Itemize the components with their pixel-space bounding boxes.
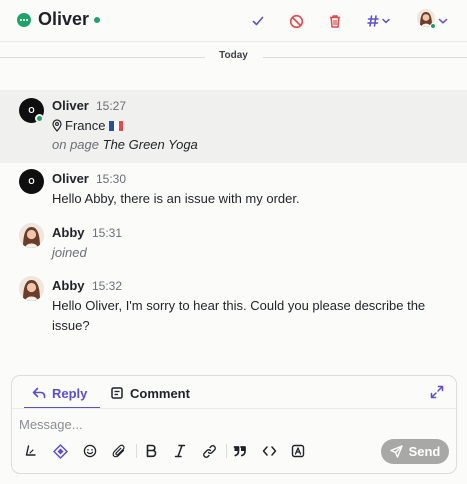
message-item: Abby 15:32 Hello Oliver, I'm sorry to he… <box>0 270 467 340</box>
message-time: 15:32 <box>92 279 123 293</box>
send-icon <box>389 445 403 458</box>
message-item: Abby 15:31 joined <box>0 217 467 265</box>
expand-icon[interactable] <box>430 385 444 399</box>
reply-icon <box>32 387 46 399</box>
tab-reply-label: Reply <box>52 385 88 401</box>
signature-icon[interactable] <box>22 442 40 460</box>
saved-reply-icon[interactable] <box>289 442 307 460</box>
message-visit-info: O Oliver 15:27 France on page The Green … <box>0 90 467 163</box>
agent-online-dot <box>430 23 436 29</box>
link-icon[interactable] <box>200 442 218 460</box>
message-system-text: joined <box>52 245 87 260</box>
location-pin-icon <box>52 119 62 132</box>
chevron-down-icon[interactable] <box>437 11 449 31</box>
online-status-dot <box>35 114 44 123</box>
italic-icon[interactable] <box>171 442 189 460</box>
message-author: Abby <box>52 225 85 240</box>
check-icon[interactable] <box>248 11 268 31</box>
trash-icon[interactable] <box>325 11 345 31</box>
tab-comment[interactable]: Comment <box>111 383 190 403</box>
emoji-icon[interactable] <box>81 442 99 460</box>
visitor-page: on page The Green Yoga <box>52 135 432 155</box>
code-icon[interactable] <box>260 442 278 460</box>
conversation-header: Oliver <box>0 0 467 42</box>
send-button[interactable]: Send <box>381 439 449 464</box>
attach-icon[interactable] <box>110 442 128 460</box>
message-author: Oliver <box>52 98 89 113</box>
message-author: Abby <box>52 278 85 293</box>
composer-divider <box>12 408 456 409</box>
tab-reply[interactable]: Reply <box>32 383 87 403</box>
send-label: Send <box>408 444 441 459</box>
block-icon[interactable] <box>286 11 306 31</box>
message-time: 15:31 <box>92 226 123 240</box>
location-country: France <box>65 118 106 133</box>
message-author: Oliver <box>52 171 89 186</box>
note-icon <box>111 387 123 399</box>
avatar: O <box>19 169 44 194</box>
date-divider: Today <box>0 50 467 64</box>
message-time: 15:30 <box>96 172 127 186</box>
date-divider-label: Today <box>213 50 254 61</box>
page-prefix: on page <box>52 137 99 152</box>
toolbar-divider <box>136 444 137 458</box>
tab-comment-label: Comment <box>130 385 190 401</box>
hashtag-icon[interactable] <box>366 11 394 31</box>
toolbar-divider <box>226 444 227 458</box>
message-text: Hello Oliver, I'm sorry to hear this. Co… <box>52 298 426 333</box>
online-status-dot <box>94 17 100 23</box>
message-input[interactable] <box>19 414 449 434</box>
page-name[interactable]: The Green Yoga <box>103 137 198 152</box>
message-time: 15:27 <box>96 99 127 113</box>
visitor-location: France <box>52 116 432 136</box>
ai-sparkle-icon[interactable] <box>51 442 69 460</box>
avatar <box>19 223 44 248</box>
message-text: Hello Abby, there is an issue with my or… <box>52 191 300 206</box>
quote-icon[interactable] <box>231 442 249 460</box>
bold-icon[interactable] <box>142 442 160 460</box>
message-item: O Oliver 15:30 Hello Abby, there is an i… <box>0 163 467 213</box>
france-flag-icon <box>109 121 124 131</box>
contact-name[interactable]: Oliver <box>38 9 89 30</box>
message-composer: Reply Comment Send <box>11 375 457 474</box>
avatar <box>19 276 44 301</box>
chat-bubble-icon <box>17 13 31 27</box>
